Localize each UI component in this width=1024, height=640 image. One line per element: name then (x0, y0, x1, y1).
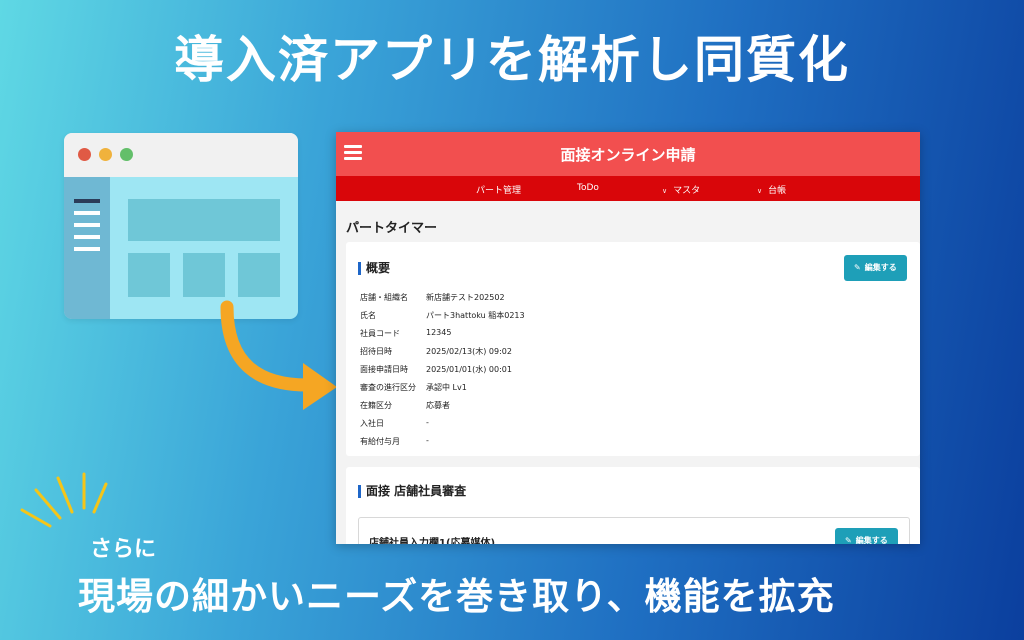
nav-item-todo[interactable]: ToDo (577, 183, 599, 193)
browser-tile-3 (238, 253, 280, 297)
overview-row-label: 在籍区分 (360, 401, 392, 410)
overview-row-value: - (426, 418, 429, 427)
overview-row-label: 面接申請日時 (360, 365, 408, 374)
review-edit-button[interactable]: ✎ 編集する (835, 528, 898, 544)
review-subbox: 店舗社員入力欄1(応募媒体) ✎ 編集する (358, 517, 910, 544)
overview-row-value: 応募者 (426, 401, 450, 410)
chevron-down-icon: ∨ (662, 187, 668, 195)
app-nav: パート管理 ToDo ∨ マスタ ∨ 台帳 (336, 176, 920, 201)
pencil-edit-icon: ✎ (854, 263, 861, 272)
pencil-edit-icon: ✎ (845, 536, 852, 544)
overview-row-value: 12345 (426, 328, 452, 337)
overview-row-value: 新店舗テスト202502 (426, 293, 505, 302)
sub-caption: さらに (90, 537, 157, 562)
nav-item-ledger-label: 台帳 (768, 186, 787, 196)
nav-item-part-management[interactable]: パート管理 (476, 183, 521, 196)
nav-item-master[interactable]: ∨ マスタ (662, 183, 700, 196)
maximize-dot-icon (120, 148, 133, 161)
sparkle-rays-icon (20, 472, 108, 528)
browser-titlebar (64, 133, 298, 177)
nav-item-ledger[interactable]: ∨ 台帳 (757, 183, 786, 196)
app-screenshot: 面接オンライン申請 パート管理 ToDo ∨ マスタ ∨ 台帳 パートタイマー 概要… (336, 132, 920, 544)
overview-row-value: - (426, 436, 429, 445)
review-edit-label: 編集する (855, 536, 888, 544)
overview-row-value: 2025/02/13(木) 09:02 (426, 347, 512, 356)
page-title: パートタイマー (346, 221, 438, 236)
overview-row-label: 店舗・組織名 (360, 293, 408, 302)
app-header: 面接オンライン申請 (336, 132, 920, 176)
overview-row-label: 招待日時 (360, 347, 392, 356)
overview-row-label: 有給付与月 (360, 437, 400, 446)
overview-edit-label: 編集する (864, 263, 897, 272)
nav-item-master-label: マスタ (673, 186, 701, 196)
overview-row-value: パート3hattoku 稲本0213 (426, 311, 525, 320)
chevron-down-icon: ∨ (757, 187, 763, 195)
browser-tile-1 (128, 253, 170, 297)
overview-edit-button[interactable]: ✎ 編集する (844, 255, 907, 281)
overview-row-value: 2025/01/01(水) 00:01 (426, 365, 512, 374)
overview-card: 概要 ✎ 編集する 店舗・組織名 新店舗テスト202502 氏名 パート3hattoku… (346, 242, 920, 456)
arrow-icon (220, 300, 337, 410)
review-heading: 面接 店舗社員審査 (358, 485, 466, 498)
browser-sidebar (64, 177, 110, 319)
bottom-tagline: 現場の細かいニーズを巻き取り、機能を拡充 (78, 575, 835, 618)
browser-illustration (64, 133, 298, 319)
browser-tile-2 (183, 253, 225, 297)
app-title: 面接オンライン申請 (560, 146, 696, 164)
overview-row-label: 氏名 (360, 311, 376, 320)
overview-row-value: 承認中 Lv1 (426, 383, 467, 392)
headline: 導入済アプリを解析し同質化 (174, 31, 850, 89)
overview-row-label: 入社日 (360, 419, 384, 428)
overview-row-label: 社員コード (360, 329, 400, 338)
minimize-dot-icon (99, 148, 112, 161)
overview-heading: 概要 (358, 262, 390, 275)
review-card: 面接 店舗社員審査 店舗社員入力欄1(応募媒体) ✎ 編集する (346, 467, 920, 544)
subbox-title: 店舗社員入力欄1(応募媒体) (369, 538, 496, 544)
close-dot-icon (78, 148, 91, 161)
browser-banner-panel (128, 199, 280, 241)
overview-row-label: 審査の進行区分 (360, 383, 416, 392)
